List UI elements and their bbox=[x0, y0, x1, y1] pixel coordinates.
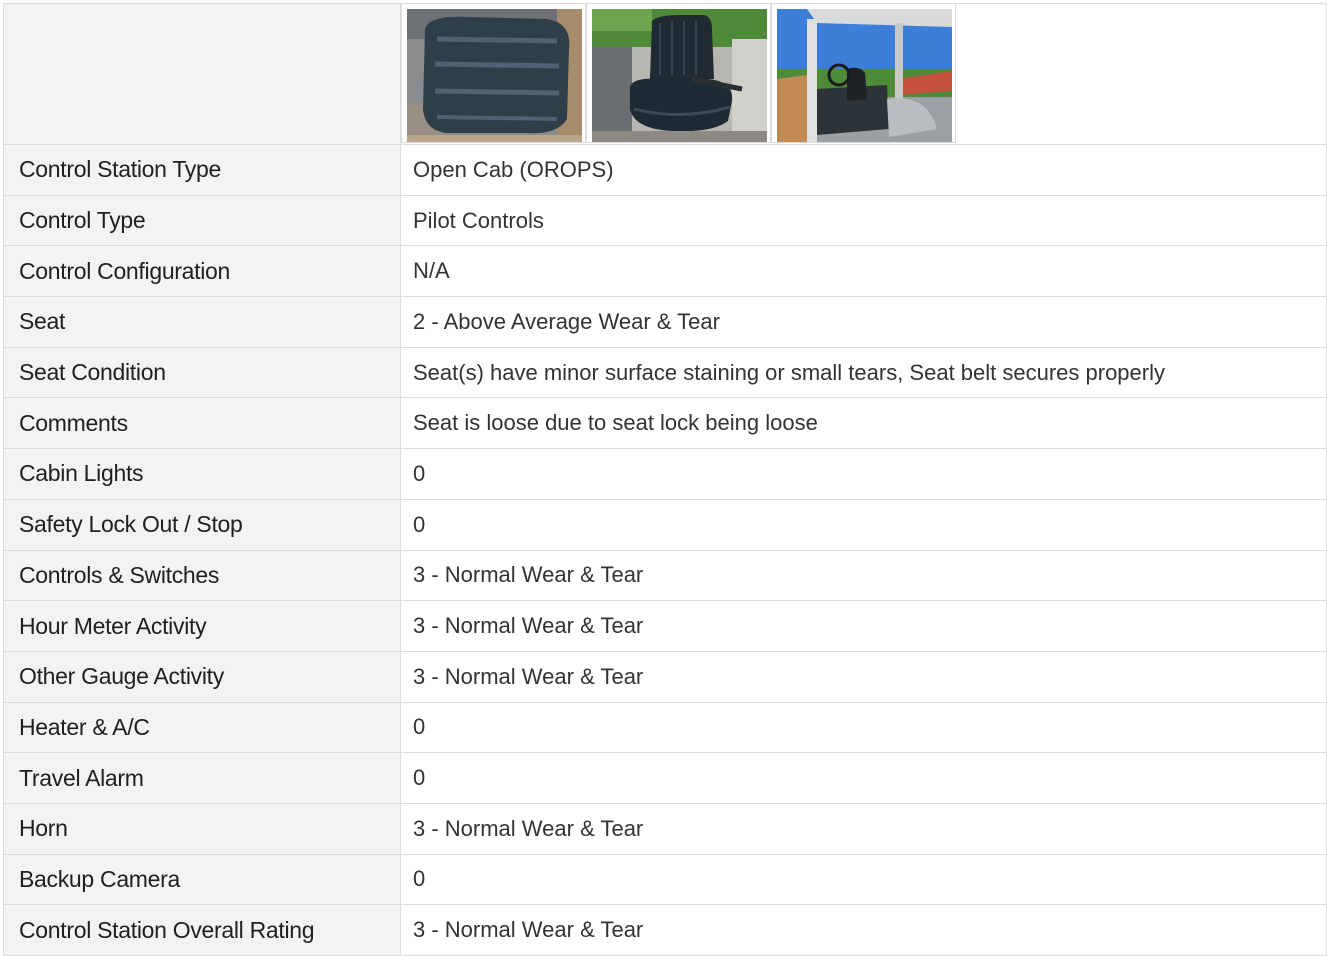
seat-with-belt-photo[interactable] bbox=[586, 4, 771, 143]
row-value: 0 bbox=[401, 499, 1327, 550]
row-value: Pilot Controls bbox=[401, 195, 1327, 246]
table-row: Control Station Overall Rating 3 - Norma… bbox=[4, 905, 1327, 956]
row-value: 0 bbox=[401, 753, 1327, 803]
table-row: Seat Condition Seat(s) have minor surfac… bbox=[4, 347, 1327, 399]
row-value: 2 - Above Average Wear & Tear bbox=[401, 297, 1327, 347]
table-row: Control Type Pilot Controls bbox=[4, 195, 1327, 247]
row-label: Heater & A/C bbox=[4, 702, 401, 753]
table-row: Horn 3 - Normal Wear & Tear bbox=[4, 803, 1327, 855]
seat-with-belt-image bbox=[592, 9, 767, 142]
table-row: Control Configuration N/A bbox=[4, 246, 1327, 298]
row-label: Seat bbox=[4, 297, 401, 347]
row-label: Controls & Switches bbox=[4, 550, 401, 601]
row-value: 3 - Normal Wear & Tear bbox=[401, 601, 1327, 651]
row-label: Safety Lock Out / Stop bbox=[4, 499, 401, 550]
row-value: 3 - Normal Wear & Tear bbox=[401, 803, 1327, 854]
row-value: 3 - Normal Wear & Tear bbox=[401, 550, 1327, 601]
row-label: Other Gauge Activity bbox=[4, 651, 401, 702]
table-row: Hour Meter Activity 3 - Normal Wear & Te… bbox=[4, 601, 1327, 652]
row-value: Seat is loose due to seat lock being loo… bbox=[401, 398, 1327, 449]
table-row: Safety Lock Out / Stop 0 bbox=[4, 499, 1327, 551]
row-value: 3 - Normal Wear & Tear bbox=[401, 905, 1327, 955]
row-value: 3 - Normal Wear & Tear bbox=[401, 651, 1327, 702]
seat-closeup-image bbox=[407, 9, 582, 142]
row-label: Comments bbox=[4, 398, 401, 449]
table-row: Comments Seat is loose due to seat lock … bbox=[4, 398, 1327, 450]
photo-row-label-cell bbox=[4, 4, 401, 144]
table-row: Travel Alarm 0 bbox=[4, 753, 1327, 804]
table-row: Heater & A/C 0 bbox=[4, 702, 1327, 754]
row-label: Hour Meter Activity bbox=[4, 601, 401, 651]
row-label: Control Configuration bbox=[4, 246, 401, 297]
row-value: 0 bbox=[401, 449, 1327, 499]
row-value: N/A bbox=[401, 246, 1327, 297]
row-label: Horn bbox=[4, 803, 401, 854]
row-label: Control Type bbox=[4, 195, 401, 246]
row-value: 0 bbox=[401, 702, 1327, 753]
row-value: Seat(s) have minor surface staining or s… bbox=[401, 347, 1327, 398]
table-row: Backup Camera 0 bbox=[4, 854, 1327, 906]
row-value: 0 bbox=[401, 854, 1327, 905]
photo-thumbnails bbox=[401, 4, 956, 143]
row-value: Open Cab (OROPS) bbox=[401, 145, 1327, 195]
table-row: Controls & Switches 3 - Normal Wear & Te… bbox=[4, 550, 1327, 602]
row-label: Travel Alarm bbox=[4, 753, 401, 803]
photo-row bbox=[4, 4, 1327, 145]
table-row: Other Gauge Activity 3 - Normal Wear & T… bbox=[4, 651, 1327, 703]
table-row: Cabin Lights 0 bbox=[4, 449, 1327, 500]
inspection-table: Control Station Type Open Cab (OROPS) Co… bbox=[3, 3, 1327, 956]
photo-row-value-cell bbox=[401, 4, 1327, 144]
seat-closeup-photo[interactable] bbox=[401, 4, 586, 143]
row-label: Control Station Type bbox=[4, 145, 401, 195]
open-cab-photo[interactable] bbox=[771, 4, 956, 143]
row-label: Cabin Lights bbox=[4, 449, 401, 499]
open-cab-image bbox=[777, 9, 952, 142]
table-row: Control Station Type Open Cab (OROPS) bbox=[4, 145, 1327, 196]
row-label: Control Station Overall Rating bbox=[4, 905, 401, 955]
row-label: Seat Condition bbox=[4, 347, 401, 398]
row-label: Backup Camera bbox=[4, 854, 401, 905]
table-row: Seat 2 - Above Average Wear & Tear bbox=[4, 297, 1327, 348]
